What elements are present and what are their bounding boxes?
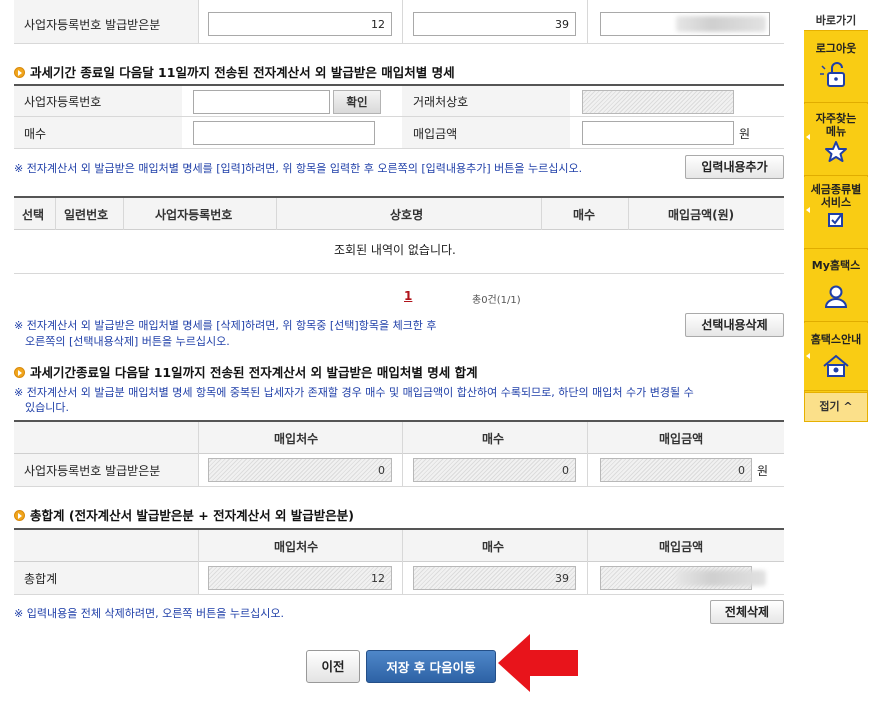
section2-row-label: 사업자등록번호 발급받은분 [24,464,161,478]
arrow-left-icon [806,207,810,213]
divider [402,422,403,486]
delete-instruction-line2: 오른쪽의 [선택내용삭제] 버튼을 누르십시오. [25,335,230,348]
col-amount: 매입금액(원) [668,208,735,222]
col-vendors: 매입처수 [274,432,319,446]
divider [628,198,629,230]
unlock-icon [820,62,845,87]
save-next-button[interactable]: 저장 후 다음이동 [366,650,496,683]
won-unit: 원 [739,127,751,141]
divider [14,594,784,595]
sidebar-item-my-hometax[interactable]: My홈택스 [804,250,868,322]
sidebar-item-label: 자주찾는 메뉴 [815,112,857,138]
delete-all-button[interactable]: 전체삭제 [710,600,784,624]
col-amount: 매입금액 [659,540,704,554]
checkbox-icon [828,213,843,227]
section2-vendors-field: 0 [208,458,392,482]
top-vendor-count-field[interactable]: 12 [208,12,392,36]
section2-title: 과세기간종료일 다음달 11일까지 전송된 전자계산서 외 발급받은 매입처별 … [14,362,478,381]
sidebar-item-favorites[interactable]: 자주찾는 메뉴 [804,104,868,176]
house-icon [823,354,849,377]
divider [55,198,56,230]
sidebar-item-label: 홈택스안내 [810,333,862,346]
red-arrow-icon [498,634,578,692]
delete-all-note: ※ 입력내용을 전체 삭제하려면, 오른쪽 버튼을 누르십시오. [14,607,284,620]
section1-title: 과세기간 종료일 다음달 11일까지 전송된 전자계산서 외 발급받은 매입처별… [14,62,455,81]
divider [587,422,588,486]
divider [14,148,784,149]
redacted-amount [676,16,766,32]
delete-selected-button[interactable]: 선택내용삭제 [685,313,784,337]
add-instruction-note: ※ 전자계산서 외 발급받은 매입처별 명세를 [입력]하려면, 위 항목을 입… [14,162,583,175]
section1-title-text: 과세기간 종료일 다음달 11일까지 전송된 전자계산서 외 발급받은 매입처별… [30,65,455,80]
sidebar-item-hometax-guide[interactable]: 홈택스안내 [804,323,868,391]
section3-count-field: 39 [413,566,576,590]
page-number[interactable]: 1 [404,289,412,303]
sidebar-item-label: 세금종류별 서비스 [810,183,862,209]
section2-title-text: 과세기간종료일 다음달 11일까지 전송된 전자계산서 외 발급받은 매입처별 … [30,365,478,380]
divider [402,0,403,44]
section3-row-label: 총합계 [24,572,58,586]
divider [541,198,542,230]
divider [587,0,588,44]
prev-button[interactable]: 이전 [306,650,360,683]
divider [14,116,784,117]
bullet-icon [14,367,25,378]
redacted-amount [676,570,766,586]
divider [14,486,784,487]
divider [402,530,403,594]
sidebar-title: 바로가기 [815,14,857,27]
delete-instruction-line1: ※ 전자계산서 외 발급받은 매입처별 명세를 [삭제]하려면, 위 항목중 [… [14,319,437,332]
divider [198,422,199,486]
col-count: 매수 [482,432,505,446]
amount-input[interactable] [582,121,734,145]
trade-name-label: 거래처상호 [413,95,469,109]
sidebar-item-tax-services[interactable]: 세금종류별 서비스 [804,177,868,249]
section2-amount-field: 0 [600,458,752,482]
bullet-icon [14,67,25,78]
top-qty-field[interactable]: 39 [413,12,576,36]
user-icon [824,285,848,308]
total-count: 총0건(1/1) [472,295,521,306]
confirm-button[interactable]: 확인 [333,90,381,114]
add-entry-button[interactable]: 입력내용추가 [685,155,784,179]
collapse-button[interactable]: 접기 ^ [804,392,868,422]
col-count: 매수 [573,208,596,222]
arrow-left-icon [806,134,810,140]
sidebar-item-label: My홈택스 [811,259,861,272]
col-count: 매수 [482,540,505,554]
section3-title: 총합계 (전자계산서 발급받은분 + 전자계산서 외 발급받은분) [14,505,354,524]
section3-title-text: 총합계 (전자계산서 발급받은분 + 전자계산서 외 발급받은분) [30,508,355,523]
section2-count-field: 0 [413,458,576,482]
sidebar-item-logout[interactable]: 로그아웃 [804,31,868,103]
col-select: 선택 [22,208,45,222]
col-serial: 일련번호 [64,208,109,222]
col-trade-name: 상호명 [390,208,424,222]
col-vendors: 매입처수 [274,540,319,554]
count-input[interactable] [193,121,375,145]
col-biz-no: 사업자등록번호 [155,208,233,222]
trade-name-field [582,90,734,114]
section2-note-line2: 있습니다. [25,401,69,414]
divider [276,198,277,230]
section3-vendors-field: 12 [208,566,392,590]
sidebar-item-label: 로그아웃 [815,42,857,55]
empty-message: 조회된 내역이 없습니다. [334,243,456,257]
top-row-label: 사업자등록번호 발급받은분 [24,18,161,32]
divider [123,198,124,230]
biz-no-input[interactable] [193,90,330,114]
divider [198,530,199,594]
bullet-icon [14,510,25,521]
won-unit: 원 [757,464,769,478]
section2-note-line1: ※ 전자계산서 외 발급분 매입처별 명세 항목에 중복된 납세자가 존재할 경… [14,386,694,399]
divider [587,530,588,594]
star-icon [825,141,847,162]
arrow-left-icon [806,353,810,359]
amount-label: 매입금액 [413,127,458,141]
count-label: 매수 [24,127,47,141]
col-amount: 매입금액 [659,432,704,446]
divider [198,0,199,44]
biz-no-label: 사업자등록번호 [24,95,102,109]
